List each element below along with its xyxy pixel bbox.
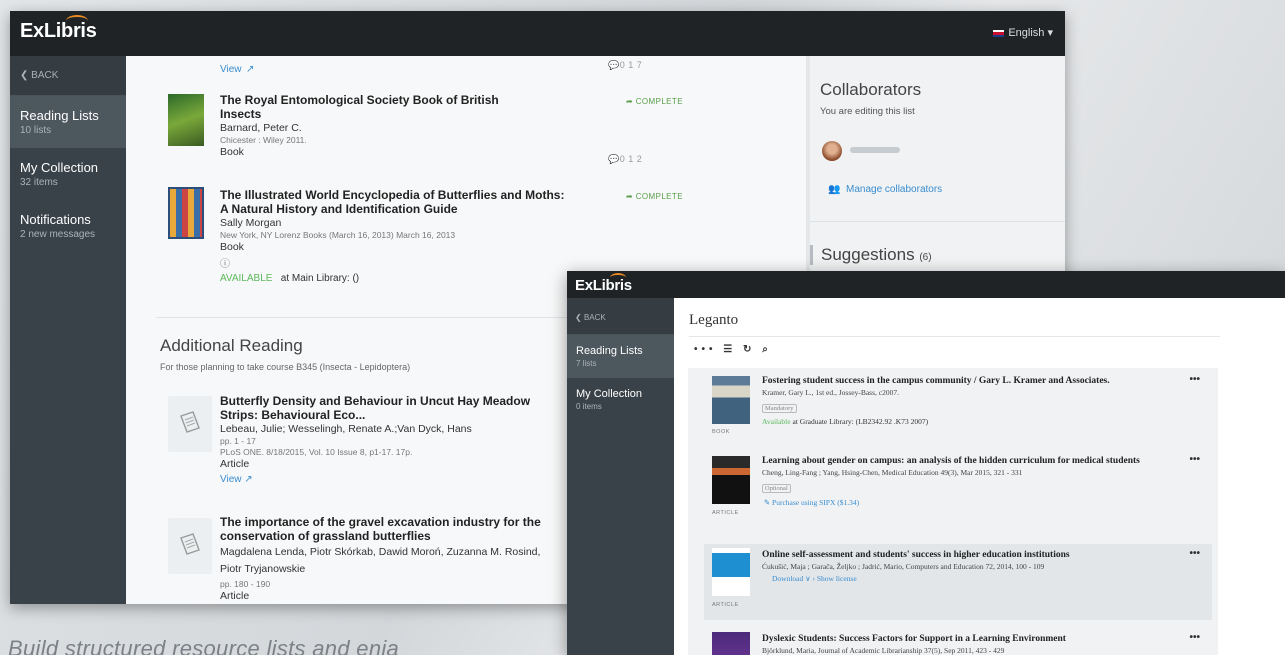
list-toolbar: ••• ☰ ↻ ⌕ — [694, 344, 772, 355]
manage-collaborators-link[interactable]: 👥 Manage collaborators — [828, 184, 942, 195]
list-item[interactable]: The importance of the gravel excavation … — [220, 515, 560, 602]
collaborators-title: Collaborators — [820, 80, 922, 99]
purchase-link[interactable]: ✎ Purchase using SIPX ($1.34) — [762, 498, 1172, 507]
tagline: Build structured resource lists and enja — [8, 636, 400, 655]
divider — [689, 336, 1220, 337]
book-cover[interactable] — [168, 94, 204, 146]
list-item[interactable]: Butterfly Density and Behaviour in Uncut… — [220, 394, 550, 485]
article-cover — [712, 548, 750, 596]
more-options-icon[interactable]: ••• — [1189, 548, 1200, 559]
section-description: For those planning to take course B345 (… — [160, 362, 411, 372]
download-link[interactable]: Download ∨ › Show license — [772, 574, 1172, 583]
external-link-icon: ↗ — [245, 64, 255, 75]
sidebar-item-reading-lists[interactable]: Reading Lists 10 lists — [10, 96, 126, 148]
view-link[interactable]: View ↗ — [220, 59, 254, 77]
avatar[interactable] — [822, 141, 842, 161]
complete-status[interactable]: ➦ COMPLETE — [626, 97, 683, 106]
more-options-icon[interactable]: ••• — [1189, 374, 1200, 385]
citation-card[interactable]: Dyslexic Students: Success Factors for S… — [704, 628, 1212, 655]
list-item[interactable]: The Royal Entomological Society Book of … — [220, 93, 520, 158]
exlibris-logo[interactable]: ExLibris — [20, 15, 97, 43]
uk-flag-icon — [993, 29, 1005, 37]
users-icon: 👥 — [828, 184, 841, 195]
more-options-icon[interactable]: ••• — [694, 344, 717, 355]
language-selector[interactable]: English ▾ — [993, 26, 1053, 39]
mandatory-badge: Mandatory — [762, 404, 797, 413]
leganto-content: Leganto ••• ☰ ↻ ⌕ BOOK Fostering student… — [674, 298, 1285, 655]
collaborators-subtitle: You are editing this list — [820, 106, 915, 117]
citation-card[interactable]: ARTICLE Online self-assessment and stude… — [704, 544, 1212, 620]
item-stats: 💬0 1 2 — [608, 154, 643, 164]
sidebar-item-my-collection[interactable]: My Collection 32 items — [10, 148, 126, 200]
availability[interactable]: Available at Graduate Library: (LB2342.9… — [762, 417, 1172, 426]
refresh-icon[interactable]: ↻ — [743, 344, 755, 355]
document-icon — [180, 533, 200, 555]
citation-list: BOOK Fostering student success in the ca… — [688, 368, 1218, 655]
back-button[interactable]: ❮ BACK — [10, 56, 126, 96]
top-bar: ExLibris — [567, 271, 1285, 298]
article-cover — [712, 632, 750, 655]
item-stats: 💬0 1 7 — [608, 60, 643, 70]
availability[interactable]: AVAILABLE at Main Library: () — [220, 273, 570, 284]
exlibris-logo[interactable]: ExLibris — [575, 273, 632, 294]
collaborator-name — [850, 147, 900, 153]
book-cover[interactable] — [168, 187, 204, 239]
search-icon[interactable]: ⌕ — [762, 344, 772, 355]
back-button[interactable]: ❮ BACK — [567, 298, 674, 335]
view-link[interactable]: View ↗ — [220, 474, 550, 485]
book-cover — [712, 376, 750, 424]
sidebar: ❮ BACK Reading Lists 10 lists My Collect… — [10, 56, 126, 604]
more-options-icon[interactable]: ••• — [1189, 632, 1200, 643]
external-link-icon: ↗ — [244, 474, 253, 485]
sidebar-item-my-collection[interactable]: My Collection 0 items — [567, 378, 674, 421]
optional-badge: Optional — [762, 484, 791, 493]
citation-card[interactable]: ARTICLE Learning about gender on campus:… — [704, 452, 1212, 538]
top-bar: ExLibris English ▾ — [10, 11, 1065, 56]
list-item[interactable]: The Illustrated World Encyclopedia of Bu… — [220, 188, 570, 284]
more-options-icon[interactable]: ••• — [1189, 454, 1200, 465]
sidebar-item-reading-lists[interactable]: Reading Lists 7 lists — [567, 335, 674, 378]
leganto-window: ExLibris ❮ BACK Reading Lists 7 lists My… — [567, 271, 1285, 655]
info-icon[interactable]: ⓘ — [220, 255, 570, 270]
suggestions-title[interactable]: Suggestions (6) — [810, 245, 932, 265]
page-title: Leganto — [689, 312, 739, 328]
article-thumbnail[interactable] — [168, 518, 212, 574]
citation-card[interactable]: BOOK Fostering student success in the ca… — [704, 372, 1212, 448]
complete-status[interactable]: ➦ COMPLETE — [626, 192, 683, 201]
sidebar-item-notifications[interactable]: Notifications 2 new messages — [10, 200, 126, 252]
document-icon — [180, 411, 200, 433]
article-cover — [712, 456, 750, 504]
divider — [810, 221, 1065, 222]
section-title: Additional Reading — [160, 336, 303, 355]
list-view-icon[interactable]: ☰ — [723, 344, 736, 355]
article-thumbnail[interactable] — [168, 396, 212, 452]
sidebar: ❮ BACK Reading Lists 7 lists My Collecti… — [567, 298, 674, 655]
